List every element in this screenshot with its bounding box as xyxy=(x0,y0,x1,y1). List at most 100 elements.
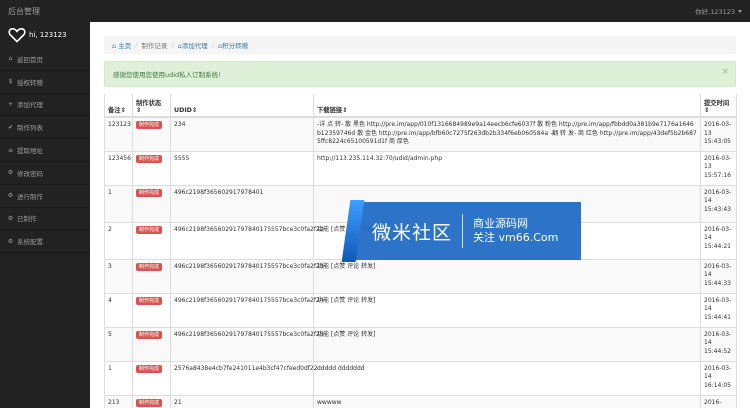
sidebar-item-label: 修改密码 xyxy=(17,169,43,178)
sidebar-item-label: 进行制作 xyxy=(17,192,43,201)
submit-time: 2016-03-14 16:14:05 xyxy=(704,364,732,389)
download-link: ddddd ddddddd xyxy=(317,364,365,372)
sidebar-item-label: 系统配置 xyxy=(17,238,43,247)
sidebar-profile: hi, 123123 xyxy=(0,22,90,48)
gear-icon: ⚙ xyxy=(7,192,14,200)
table-cell-submit-time: 2016-03-13 15:57:16 xyxy=(700,150,737,185)
download-link: 功能 [点赞 评论 转发] xyxy=(317,296,376,304)
table-cell-status-badge: 制作完成 xyxy=(132,184,171,222)
table-cell-note: 213 xyxy=(104,394,133,408)
table-cell-submit-time: 2016-03-14 15:44:41 xyxy=(700,292,737,327)
column-header[interactable]: UDID⇕ xyxy=(170,94,314,118)
table-cell-udid: 234 xyxy=(170,116,314,151)
table-cell-note: 3 xyxy=(104,258,133,293)
table-row: 4 制作完成 496c2198f36560291797840175557bce3c0… xyxy=(104,292,737,327)
note: 123123 xyxy=(108,121,131,128)
table-cell-submit-time: 2016-03-14 16:14:05 xyxy=(700,360,737,395)
plus-icon: + xyxy=(7,100,14,108)
user-menu[interactable]: 你好,123123 xyxy=(695,6,742,16)
submit-time: 2016-03-13 15:43:05 xyxy=(704,121,732,145)
note: 1 xyxy=(108,188,112,196)
table-cell-note: 2 xyxy=(104,221,133,259)
breadcrumb-item[interactable]: ⌂添加代理 xyxy=(178,40,208,50)
caret-down-icon xyxy=(738,9,742,13)
table-cell-udid: 21 xyxy=(170,394,314,408)
check-icon: ✔ xyxy=(7,123,14,131)
sidebar-item-label: 添加代理 xyxy=(17,101,43,110)
table-cell-status-badge: 制作完成 xyxy=(132,150,171,185)
submit-time: 2016- xyxy=(704,398,722,406)
table-cell-download-link: http://113.235.114.32:70/udid/admin.php xyxy=(313,150,701,185)
sidebar-item[interactable]: + 添加代理 xyxy=(0,94,90,117)
table-cell-download-link: 功能 [点赞 评论 转发] xyxy=(313,258,701,293)
status-badge: 制作完成 xyxy=(136,262,163,271)
table-cell-status-badge: 制作完成 xyxy=(132,394,171,408)
note: 123456 xyxy=(108,154,131,162)
table-cell-submit-time: 2016-03-14 15:43:43 xyxy=(700,184,737,222)
sidebar-item[interactable]: ⚙ 系统配置 xyxy=(0,230,90,254)
column-header[interactable]: 备注⇕ xyxy=(104,94,133,118)
table-cell-download-link: -详 点 转- 散 黑色 http://pre.im/app/010f13166… xyxy=(313,116,701,151)
table-cell-note: 1 xyxy=(104,360,133,395)
table-cell-status-badge: 制作完成 xyxy=(132,326,171,361)
user-greeting: 你好,123123 xyxy=(695,8,735,16)
sidebar-item[interactable]: ⚙ 已制作 xyxy=(0,208,90,231)
brand-title[interactable]: 后台管理 xyxy=(8,6,40,17)
breadcrumb-item[interactable]: ⌂积分转赠 xyxy=(218,40,248,50)
udid: 496c2198f36560291797840175557bce3c0fa2f2… xyxy=(174,225,324,233)
status-badge: 制作完成 xyxy=(136,398,163,407)
table-cell-download-link: ddddd ddddddd xyxy=(313,360,701,395)
table-row: 123123 制作完成 234 -详 点 转- 散 黑色 http://pre.im/… xyxy=(104,116,737,151)
table-cell-submit-time: 2016-03-13 15:43:05 xyxy=(700,116,737,151)
sidebar-item[interactable]: ⌂ 返回首页 xyxy=(0,48,90,71)
sidebar-item[interactable]: ✔ 制作列表 xyxy=(0,116,90,140)
note: 5 xyxy=(108,330,112,338)
table-cell-submit-time: 2016-03-14 15:44:21 xyxy=(700,221,737,259)
table-cell-download-link: wwwww xyxy=(313,394,701,408)
home-icon: ⌂ xyxy=(8,55,13,63)
close-icon[interactable]: × xyxy=(721,67,729,77)
table-cell-submit-time: 2016-03-14 15:44:52 xyxy=(700,326,737,361)
success-alert: 感谢您使用您使用udid私人订制系统! × xyxy=(104,61,736,87)
column-header[interactable]: 下载链接⇕ xyxy=(313,94,701,118)
udid: 234 xyxy=(174,121,186,128)
submit-time: 2016-03-14 15:44:21 xyxy=(704,225,732,250)
table-cell-note: 4 xyxy=(104,292,133,327)
note: 213 xyxy=(108,398,120,406)
sidebar-greeting: hi, 123123 xyxy=(29,31,67,39)
table-cell-udid: 5555 xyxy=(170,150,314,185)
table-cell-status-badge: 制作完成 xyxy=(132,292,171,327)
sidebar-item[interactable]: ⚙ 修改密码 xyxy=(0,162,90,185)
breadcrumb: ⌂ 主页 / 制作记录 / ⌂添加代理 / ⌂积分转赠 xyxy=(104,36,736,54)
download-link: -详 点 转- 散 黑色 http://pre.im/app/010f13166… xyxy=(317,121,697,145)
submit-time: 2016-03-13 15:57:16 xyxy=(704,154,732,179)
status-badge: 制作完成 xyxy=(136,188,163,197)
submit-time: 2016-03-14 15:43:43 xyxy=(704,188,732,213)
column-header[interactable]: 提交时间⇕ xyxy=(700,94,737,118)
status-badge: 制作完成 xyxy=(136,121,163,129)
table-cell-udid: 496c2198f36560291797840175557bce3c0fa2f2… xyxy=(170,258,324,293)
udid: 496c2198f365602917978401 xyxy=(174,188,264,196)
table-header-row: 备注⇕ 制作状态 ⇕ UDID⇕ 下载链接⇕ 提交时间⇕ xyxy=(104,94,737,118)
table-cell-status-badge: 制作完成 xyxy=(132,116,171,151)
status-badge: 制作完成 xyxy=(136,225,163,234)
status-badge: 制作完成 xyxy=(136,364,163,373)
submit-time: 2016-03-14 15:44:52 xyxy=(704,330,732,355)
table-cell-udid: 496c2198f365602917978401 xyxy=(170,184,314,222)
sidebar-item[interactable]: $ 授权转赠 xyxy=(0,71,90,94)
udid: 496c2198f36560291797840175557bce3c0fa2f2… xyxy=(174,330,324,338)
column-header[interactable]: 制作状态 ⇕ xyxy=(132,94,171,118)
download-link: wwwww xyxy=(317,398,342,406)
breadcrumb-item[interactable]: ⌂ 主页 xyxy=(112,40,131,50)
download-link: 功能 [点赞 评论 转发] xyxy=(317,330,376,338)
udid: 5555 xyxy=(174,154,190,162)
sidebar-item-label: 制作列表 xyxy=(17,124,43,133)
sidebar-item-label: 授权转赠 xyxy=(17,78,43,87)
sidebar-item[interactable]: ≡ 提取地址 xyxy=(0,139,90,162)
table-cell-note: 5 xyxy=(104,326,133,361)
sidebar-item[interactable]: ⚙ 进行制作 xyxy=(0,185,90,208)
download-link: 功能 [点赞 评论 转发] xyxy=(317,262,376,270)
sidebar-item-label: 已制作 xyxy=(17,215,37,224)
table-cell-submit-time: 2016-03-14 15:44:33 xyxy=(700,258,737,293)
table-cell-note: 1 xyxy=(104,184,133,222)
